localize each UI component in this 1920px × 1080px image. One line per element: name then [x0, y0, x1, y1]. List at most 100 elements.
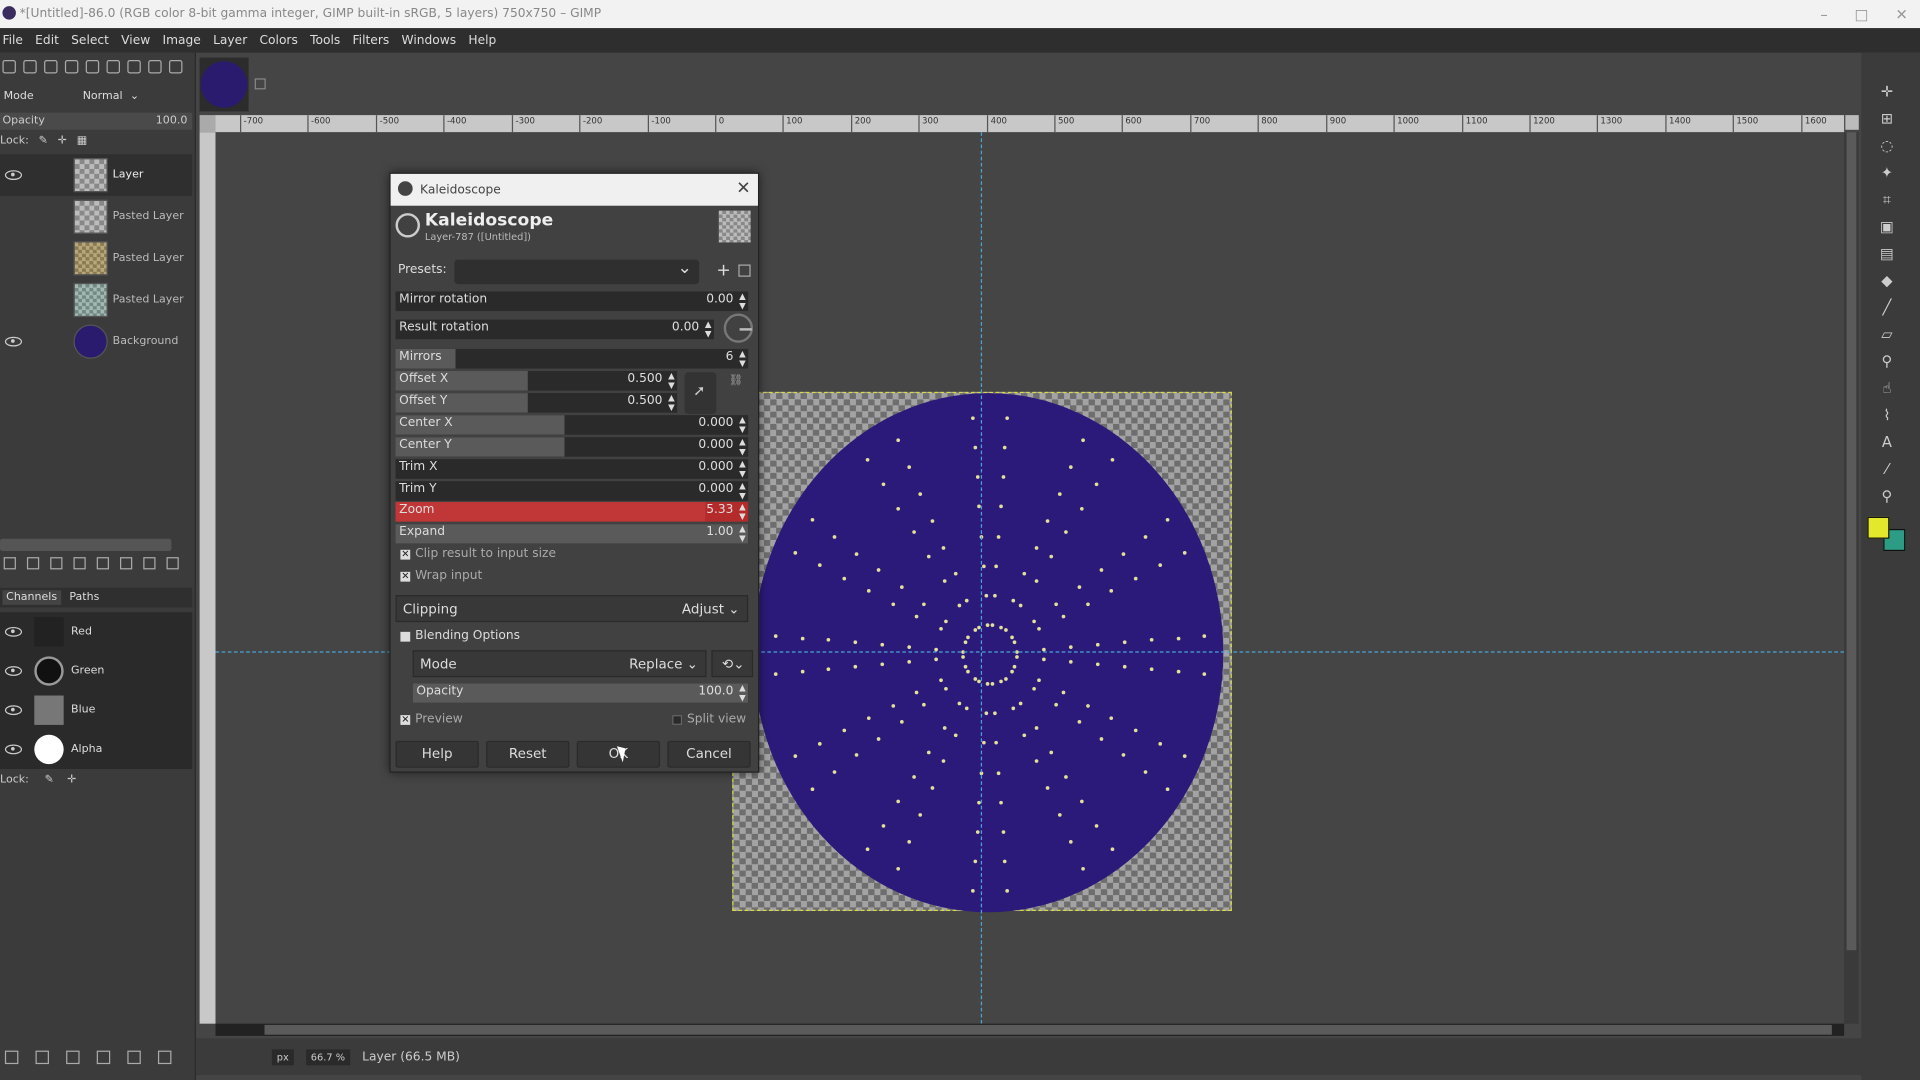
checkbox-checked-icon[interactable]: ✕ [400, 571, 411, 582]
split-view-checkbox[interactable]: Split view [672, 713, 746, 726]
horizontal-scrollbar[interactable] [215, 1023, 1845, 1036]
channel-row[interactable]: Alpha [0, 730, 192, 769]
dialog-titlebar[interactable]: Kaleidoscope ✕ [390, 173, 758, 206]
gradient-icon[interactable] [85, 60, 100, 74]
menu-edit[interactable]: Edit [35, 34, 59, 47]
duplicate-channel-icon[interactable] [96, 1050, 111, 1065]
spin-arrows-icon[interactable]: ▲ ▼ [739, 524, 746, 544]
raise-layer-icon[interactable] [50, 557, 63, 570]
tool-options-icon[interactable] [2, 60, 16, 74]
clipping-dropdown[interactable]: Clipping Adjust ⌄ [395, 595, 749, 623]
result-rotation-field[interactable]: Result rotation 0.00 ▲ ▼ [395, 319, 714, 340]
lock-pixels-icon[interactable]: ✎ [45, 774, 54, 786]
layer-row[interactable]: Pasted Layer [0, 279, 192, 321]
menu-help[interactable]: Help [468, 34, 496, 47]
navigate-icon[interactable] [1845, 115, 1859, 130]
clip-result-checkbox[interactable]: ✕ Clip result to input size [400, 547, 556, 561]
align-tool-icon[interactable]: ⊞ [1878, 111, 1895, 126]
eye-icon[interactable] [4, 170, 23, 181]
checkbox-checked-icon[interactable]: ✕ [400, 549, 411, 559]
offset-x-field[interactable]: Offset X 0.500 ▲ ▼ [395, 371, 678, 391]
lock-pixels-icon[interactable]: ✎ [39, 135, 48, 147]
warp-tool-icon[interactable]: ▤ [1878, 246, 1895, 261]
menu-tools[interactable]: Tools [310, 34, 340, 47]
color-picker-icon[interactable]: ⁄ [1878, 462, 1895, 477]
tab-channels[interactable]: Channels [2, 590, 61, 605]
mode-dropdown[interactable]: Normal [83, 91, 123, 103]
foreground-color-swatch[interactable] [1867, 516, 1890, 539]
horizontal-ruler[interactable]: -700 -600 -500 -400 -300 -200 -100 0 100 200 300 40… [215, 115, 1845, 133]
channel-row[interactable]: Red [0, 612, 192, 651]
lower-channel-icon[interactable] [66, 1050, 80, 1065]
eye-icon[interactable] [4, 336, 23, 347]
expand-field[interactable]: Expand 1.00 ▲ ▼ [395, 524, 749, 544]
reset-button[interactable]: Reset [486, 740, 570, 768]
menu-file[interactable]: File [2, 34, 22, 47]
text-tool-icon[interactable]: A [1878, 435, 1895, 450]
menu-colors[interactable]: Colors [259, 34, 297, 47]
blend-mode-dropdown[interactable]: Mode Replace ⌄ [412, 650, 707, 678]
layer-row[interactable]: Background [0, 321, 192, 363]
channel-row[interactable]: Green [0, 651, 192, 690]
raise-channel-icon[interactable] [35, 1050, 49, 1065]
mask-icon[interactable] [143, 557, 156, 570]
spin-arrows-icon[interactable]: ▲ ▼ [668, 371, 675, 391]
bucket-fill-icon[interactable]: ◆ [1878, 273, 1895, 288]
dock-menu-icon[interactable] [168, 60, 183, 74]
spin-arrows-icon[interactable]: ▲ ▼ [739, 415, 746, 435]
spin-arrows-icon[interactable]: ▲ ▼ [739, 481, 746, 501]
image-tab-close-icon[interactable] [254, 78, 266, 90]
tab-paths[interactable]: Paths [66, 590, 103, 605]
paths-tool-icon[interactable]: ⌇ [1878, 408, 1895, 423]
rotation-dial[interactable] [723, 313, 754, 343]
eye-icon[interactable] [4, 666, 23, 676]
image-tab[interactable] [199, 57, 249, 112]
unit-dropdown[interactable]: px [271, 1048, 294, 1065]
close-icon[interactable]: ✕ [1895, 6, 1907, 23]
menu-select[interactable]: Select [71, 34, 109, 47]
maximize-icon[interactable]: □ [1855, 6, 1869, 23]
eraser-icon[interactable]: ▱ [1878, 327, 1895, 342]
spin-arrows-icon[interactable]: ▲ ▼ [739, 437, 746, 457]
list-icon[interactable] [106, 60, 121, 74]
mirrors-field[interactable]: Mirrors 6 ▲ ▼ [395, 348, 749, 369]
duplicate-layer-icon[interactable] [96, 557, 109, 570]
chain-link-icon[interactable]: ⛓ [729, 375, 744, 412]
center-y-field[interactable]: Center Y 0.000 ▲ ▼ [395, 437, 749, 457]
paintbrush-icon[interactable]: ╱ [1878, 300, 1895, 315]
fuzzy-select-icon[interactable]: ✦ [1878, 165, 1895, 180]
lock-position-icon[interactable]: ✛ [58, 135, 67, 147]
center-x-field[interactable]: Center X 0.000 ▲ ▼ [395, 415, 749, 435]
move-tool-icon[interactable]: ✛ [1878, 84, 1895, 99]
spin-arrows-icon[interactable]: ▲ ▼ [739, 459, 746, 479]
to-selection-icon[interactable] [127, 1050, 141, 1065]
crop-tool-icon[interactable]: ⌗ [1878, 192, 1895, 207]
lasso-tool-icon[interactable]: ◌ [1878, 138, 1895, 153]
zoom-tool-icon[interactable]: ⚲ [1878, 489, 1895, 504]
merge-layer-icon[interactable] [120, 557, 133, 570]
spin-arrows-icon[interactable]: ▲ ▼ [705, 320, 712, 340]
eye-icon[interactable] [4, 705, 23, 716]
minimize-icon[interactable]: – [1820, 6, 1827, 23]
clone-tool-icon[interactable]: ⚲ [1878, 354, 1895, 369]
transform-tool-icon[interactable]: ▣ [1878, 219, 1895, 234]
layers-scrollbar[interactable] [0, 538, 172, 552]
lock-alpha-icon[interactable]: ▦ [77, 135, 87, 147]
chevron-down-icon[interactable]: ⌄ [130, 91, 139, 103]
collapse-icon[interactable] [400, 631, 411, 642]
menu-image[interactable]: Image [162, 34, 200, 47]
help-button[interactable]: Help [395, 740, 479, 768]
blend-opacity-field[interactable]: Opacity 100.0 ▲ ▼ [412, 683, 749, 703]
layer-row[interactable]: Pasted Layer [0, 196, 192, 238]
lock-position-icon[interactable]: ✛ [67, 774, 76, 786]
new-layer-group-icon[interactable] [3, 557, 16, 570]
cancel-button[interactable]: Cancel [667, 740, 751, 768]
undo-icon[interactable] [127, 60, 141, 74]
spin-arrows-icon[interactable]: ▲ ▼ [739, 291, 746, 311]
vertical-ruler[interactable] [199, 132, 216, 1024]
zoom-dropdown[interactable]: 66.7 % [305, 1048, 350, 1065]
close-icon[interactable]: ✕ [736, 179, 750, 199]
composite-mode-dropdown[interactable]: ⟲⌄ [711, 650, 754, 678]
new-channel-icon[interactable] [4, 1050, 19, 1065]
rect-icon[interactable] [64, 60, 79, 74]
